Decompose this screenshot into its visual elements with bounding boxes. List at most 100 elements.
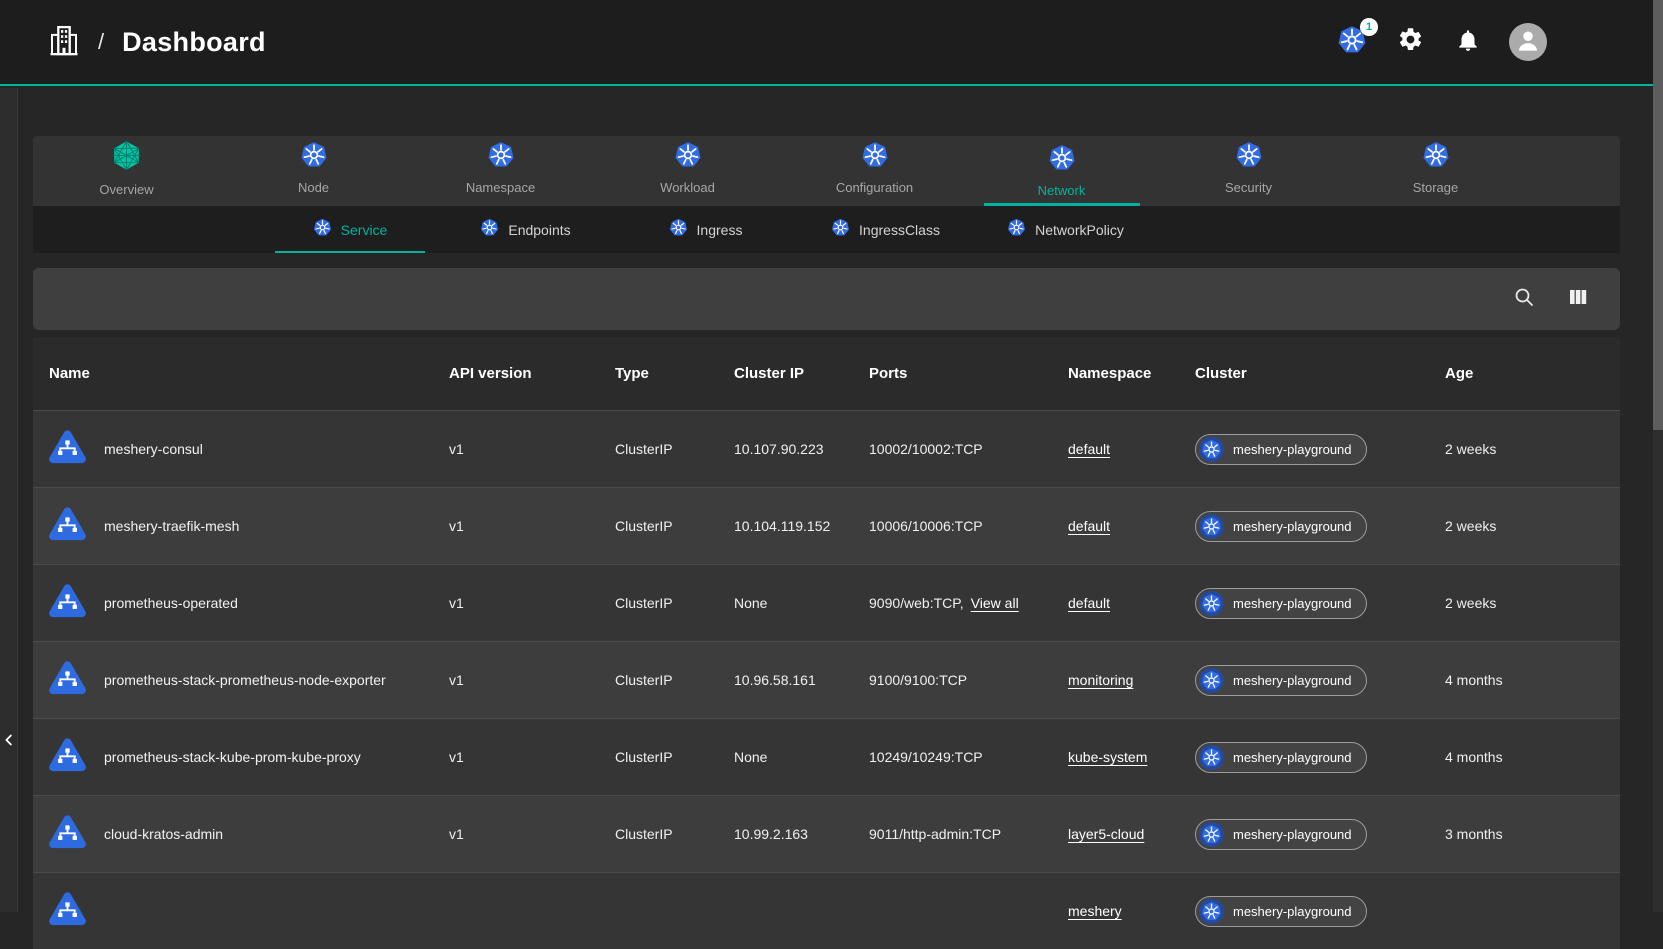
api-version-cell: v1 <box>449 749 615 765</box>
namespace-cell: kube-system <box>1068 749 1195 765</box>
type-cell: ClusterIP <box>615 595 734 611</box>
tab-namespace[interactable]: Namespace <box>407 136 594 206</box>
cluster-chip[interactable]: meshery-playground <box>1195 434 1367 465</box>
ports-cell: 9090/web:TCP,View all <box>869 595 1068 611</box>
table-row[interactable]: prometheus-stack-kube-prom-kube-proxy v1… <box>33 718 1620 795</box>
namespace-cell: default <box>1068 595 1195 611</box>
table-header-row: NameAPI versionTypeCluster IPPortsNamesp… <box>33 337 1620 410</box>
subtab-networkpolicy[interactable]: NetworkPolicy <box>980 206 1160 253</box>
cluster-name: meshery-playground <box>1233 596 1352 611</box>
cluster-ip-cell: None <box>734 749 869 765</box>
namespace-cell: default <box>1068 518 1195 534</box>
table-row[interactable]: meshery meshery-playground <box>33 872 1620 949</box>
subtab-label: IngressClass <box>859 222 940 238</box>
tab-network[interactable]: Network <box>968 136 1155 206</box>
column-header-name[interactable]: Name <box>49 365 449 382</box>
type-cell: ClusterIP <box>615 672 734 688</box>
namespace-link[interactable]: meshery <box>1068 903 1122 919</box>
tab-storage[interactable]: Storage <box>1342 136 1529 206</box>
namespace-link[interactable]: kube-system <box>1068 749 1147 765</box>
services-table: NameAPI versionTypeCluster IPPortsNamesp… <box>33 337 1620 949</box>
cluster-chip[interactable]: meshery-playground <box>1195 742 1367 773</box>
cluster-chip[interactable]: meshery-playground <box>1195 665 1367 696</box>
api-version-cell: v1 <box>449 672 615 688</box>
user-avatar[interactable] <box>1509 23 1547 61</box>
view-columns-button[interactable] <box>1564 285 1592 313</box>
cluster-ip-cell: 10.99.2.163 <box>734 826 869 842</box>
notifications-bell-icon <box>1455 27 1481 58</box>
service-icon <box>49 660 86 700</box>
column-header-api-version[interactable]: API version <box>449 365 615 382</box>
subtab-service[interactable]: Service <box>260 206 440 253</box>
service-icon <box>49 429 86 469</box>
column-header-ports[interactable]: Ports <box>869 365 1068 382</box>
cluster-chip[interactable]: meshery-playground <box>1195 896 1367 927</box>
search-button[interactable] <box>1510 285 1538 313</box>
table-row[interactable]: cloud-kratos-admin v1 ClusterIP 10.99.2.… <box>33 795 1620 872</box>
namespace-link[interactable]: monitoring <box>1068 672 1133 688</box>
table-row[interactable]: prometheus-stack-prometheus-node-exporte… <box>33 641 1620 718</box>
settings-button[interactable] <box>1393 25 1427 59</box>
kubernetes-icon <box>480 218 499 242</box>
age-cell: 4 months <box>1445 672 1604 688</box>
app-header: / Dashboard 1 <box>0 0 1663 86</box>
vertical-scrollbar[interactable] <box>1653 0 1663 912</box>
tab-security[interactable]: Security <box>1155 136 1342 206</box>
view-all-ports-link[interactable]: View all <box>971 595 1019 611</box>
kubernetes-icon <box>487 141 515 174</box>
api-version-cell: v1 <box>449 441 615 457</box>
tab-configuration[interactable]: Configuration <box>781 136 968 206</box>
cluster-cell: meshery-playground <box>1195 819 1445 850</box>
scrollbar-thumb[interactable] <box>1653 0 1663 430</box>
tab-label: Workload <box>660 180 715 195</box>
notifications-button[interactable] <box>1451 25 1485 59</box>
subtab-label: Ingress <box>697 222 743 238</box>
tab-overview[interactable]: Overview <box>33 136 220 206</box>
column-header-cluster-ip[interactable]: Cluster IP <box>734 365 869 382</box>
kubernetes-icon <box>831 218 850 242</box>
cluster-cell: meshery-playground <box>1195 665 1445 696</box>
cluster-chip[interactable]: meshery-playground <box>1195 511 1367 542</box>
namespace-link[interactable]: default <box>1068 441 1110 457</box>
age-cell: 4 months <box>1445 749 1604 765</box>
cluster-chip[interactable]: meshery-playground <box>1195 819 1367 850</box>
tab-node[interactable]: Node <box>220 136 407 206</box>
cluster-name: meshery-playground <box>1233 904 1352 919</box>
table-row[interactable]: meshery-consul v1 ClusterIP 10.107.90.22… <box>33 410 1620 487</box>
kubernetes-cluster-button[interactable]: 1 <box>1335 25 1369 59</box>
tab-workload[interactable]: Workload <box>594 136 781 206</box>
column-header-type[interactable]: Type <box>615 365 734 382</box>
cluster-chip[interactable]: meshery-playground <box>1195 588 1367 619</box>
namespace-link[interactable]: default <box>1068 518 1110 534</box>
subtab-ingressclass[interactable]: IngressClass <box>800 206 980 253</box>
namespace-cell: layer5-cloud <box>1068 826 1195 842</box>
type-cell: ClusterIP <box>615 749 734 765</box>
column-header-age[interactable]: Age <box>1445 365 1604 382</box>
ports-cell: 10249/10249:TCP <box>869 749 1068 765</box>
name-cell: prometheus-stack-kube-prom-kube-proxy <box>49 737 449 777</box>
column-header-cluster[interactable]: Cluster <box>1195 365 1445 382</box>
name-cell: prometheus-stack-prometheus-node-exporte… <box>49 660 449 700</box>
service-icon <box>49 506 86 546</box>
subtab-ingress[interactable]: Ingress <box>620 206 800 253</box>
building-icon[interactable] <box>46 22 82 63</box>
sidebar-collapse-button[interactable] <box>1 728 17 756</box>
table-row[interactable]: prometheus-operated v1 ClusterIP None 90… <box>33 564 1620 641</box>
namespace-link[interactable]: layer5-cloud <box>1068 826 1144 842</box>
table-row[interactable]: meshery-traefik-mesh v1 ClusterIP 10.104… <box>33 487 1620 564</box>
column-header-namespace[interactable]: Namespace <box>1068 365 1195 382</box>
kubernetes-icon <box>861 141 889 174</box>
table-toolbar <box>33 268 1620 330</box>
name-cell: prometheus-operated <box>49 583 449 623</box>
namespace-link[interactable]: default <box>1068 595 1110 611</box>
cluster-name: meshery-playground <box>1233 442 1352 457</box>
cluster-ip-cell: 10.107.90.223 <box>734 441 869 457</box>
subtab-label: Endpoints <box>508 222 570 238</box>
cluster-name: meshery-playground <box>1233 673 1352 688</box>
tab-label: Configuration <box>836 180 913 195</box>
cluster-ip-cell: None <box>734 595 869 611</box>
name-cell: cloud-kratos-admin <box>49 814 449 854</box>
subtab-endpoints[interactable]: Endpoints <box>440 206 620 253</box>
breadcrumb-separator: / <box>98 29 104 55</box>
table-body: meshery-consul v1 ClusterIP 10.107.90.22… <box>33 410 1620 949</box>
